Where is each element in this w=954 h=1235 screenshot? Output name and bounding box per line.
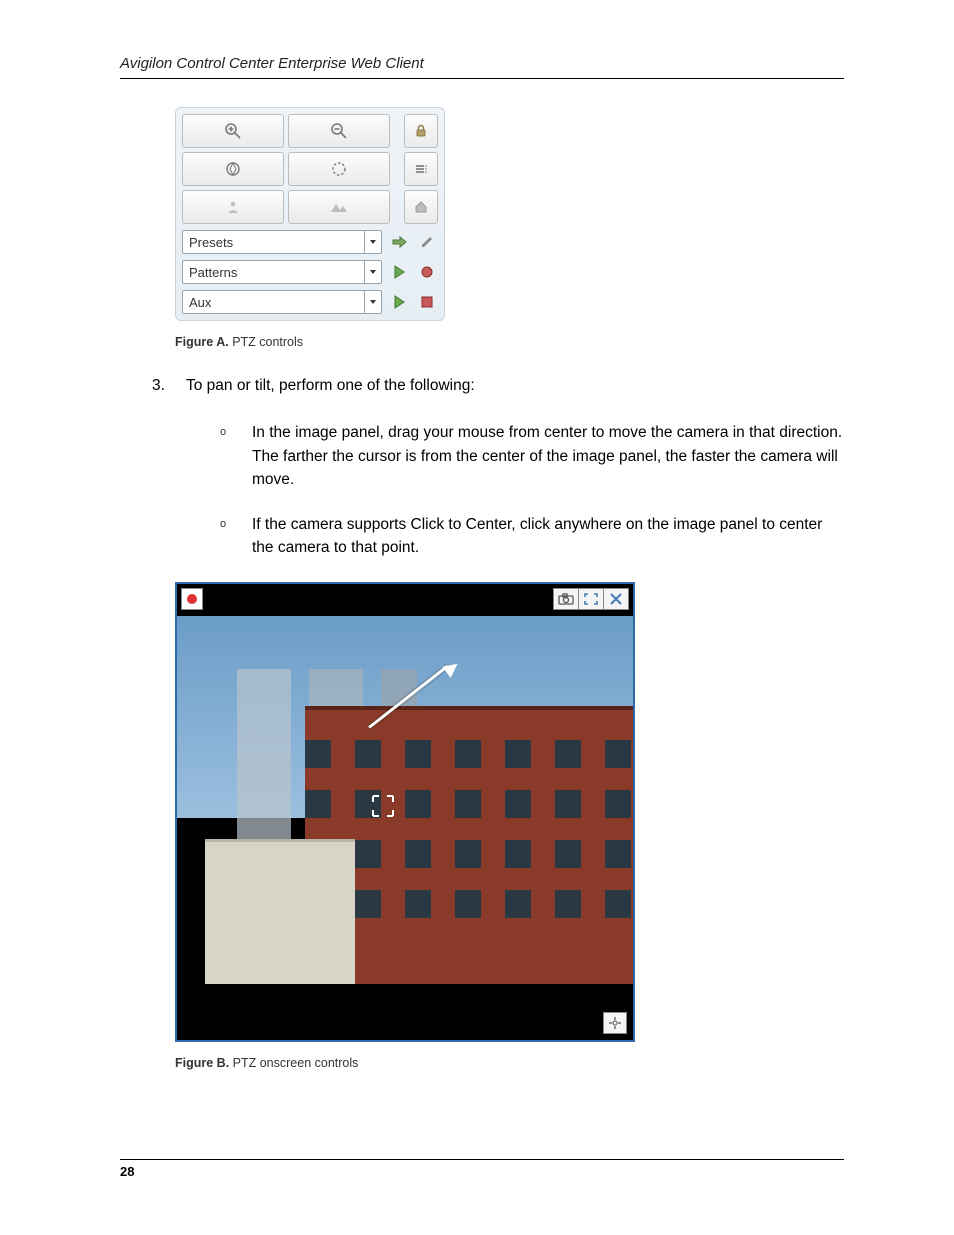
ptz-control-panel: Presets Patterns [175, 107, 445, 321]
patterns-label: Patterns [189, 265, 237, 280]
bullet-marker: o [220, 421, 234, 491]
bullet-a: o In the image panel, drag your mouse fr… [220, 421, 844, 491]
chevron-down-icon [364, 231, 377, 253]
focus-near-button[interactable] [182, 152, 284, 186]
maximize-button[interactable] [578, 588, 604, 610]
zoom-in-button[interactable] [182, 114, 284, 148]
presets-dropdown[interactable]: Presets [182, 230, 382, 254]
arrow-right-icon [391, 235, 407, 249]
home-button[interactable] [404, 190, 438, 224]
body-text: 3. To pan or tilt, perform one of the fo… [120, 375, 844, 560]
menu-button[interactable] [404, 152, 438, 186]
pattern-play-button[interactable] [388, 261, 410, 283]
patterns-row: Patterns [182, 260, 438, 284]
patterns-dropdown[interactable]: Patterns [182, 260, 382, 284]
focus-far-button[interactable] [288, 152, 390, 186]
recording-indicator [181, 588, 203, 610]
zoom-in-icon [224, 122, 242, 140]
zoom-out-button[interactable] [288, 114, 390, 148]
ptz-row-1 [182, 114, 438, 148]
play-icon [393, 295, 405, 309]
aux-row: Aux [182, 290, 438, 314]
ptz-toggle-button[interactable] [603, 1012, 627, 1034]
iris-close-button[interactable] [182, 190, 284, 224]
close-panel-button[interactable] [603, 588, 629, 610]
sub-list: o In the image panel, drag your mouse fr… [220, 421, 844, 559]
camera-icon [558, 593, 574, 605]
ptz-icon [607, 1016, 623, 1030]
ptz-row-3 [182, 190, 438, 224]
landscape-icon [330, 200, 348, 214]
aux-play-button[interactable] [388, 291, 410, 313]
presets-label: Presets [189, 235, 233, 250]
bullet-a-text: In the image panel, drag your mouse from… [252, 421, 844, 491]
figure-a-caption: Figure A. PTZ controls [175, 335, 844, 349]
stop-icon [421, 296, 433, 308]
figure-b-caption: Figure B. PTZ onscreen controls [175, 1056, 844, 1070]
record-dot-icon [185, 592, 199, 606]
bullet-b: o If the camera supports Click to Center… [220, 513, 844, 560]
chevron-down-icon [364, 261, 377, 283]
aux-stop-button[interactable] [416, 291, 438, 313]
step-3: 3. To pan or tilt, perform one of the fo… [152, 375, 844, 397]
step-number: 3. [152, 375, 168, 397]
page-header-title: Avigilon Control Center Enterprise Web C… [120, 55, 844, 79]
figure-a-text: PTZ controls [229, 335, 303, 349]
preset-go-button[interactable] [388, 231, 410, 253]
iris-open-icon [330, 160, 348, 178]
lock-button[interactable] [404, 114, 438, 148]
iris-open-button[interactable] [288, 190, 390, 224]
pencil-icon [420, 235, 434, 249]
preset-edit-button[interactable] [416, 231, 438, 253]
step-text: To pan or tilt, perform one of the follo… [186, 375, 475, 397]
aux-label: Aux [189, 295, 211, 310]
camera-scene [177, 616, 633, 984]
page-footer: 28 [120, 1159, 844, 1179]
iris-closed-icon [224, 160, 242, 178]
list-icon [414, 162, 428, 176]
figure-b-label: Figure B. [175, 1056, 229, 1070]
center-cursor-icon [369, 792, 397, 820]
play-icon [393, 265, 405, 279]
video-image-panel[interactable] [175, 582, 635, 1042]
figure-b-text: PTZ onscreen controls [229, 1056, 358, 1070]
person-icon [225, 199, 241, 215]
close-icon [610, 593, 622, 605]
chevron-down-icon [364, 291, 377, 313]
page: Avigilon Control Center Enterprise Web C… [0, 0, 954, 1130]
record-icon [420, 265, 434, 279]
panel-toolbar [554, 588, 629, 610]
figure-a-label: Figure A. [175, 335, 229, 349]
bullet-marker: o [220, 513, 234, 560]
aux-dropdown[interactable]: Aux [182, 290, 382, 314]
page-number: 28 [120, 1164, 134, 1179]
lock-icon [414, 124, 428, 138]
home-icon [414, 200, 428, 214]
presets-row: Presets [182, 230, 438, 254]
fullscreen-icon [584, 593, 598, 605]
ptz-row-2 [182, 152, 438, 186]
zoom-out-icon [330, 122, 348, 140]
pattern-record-button[interactable] [416, 261, 438, 283]
snapshot-button[interactable] [553, 588, 579, 610]
bullet-b-text: If the camera supports Click to Center, … [252, 513, 844, 560]
